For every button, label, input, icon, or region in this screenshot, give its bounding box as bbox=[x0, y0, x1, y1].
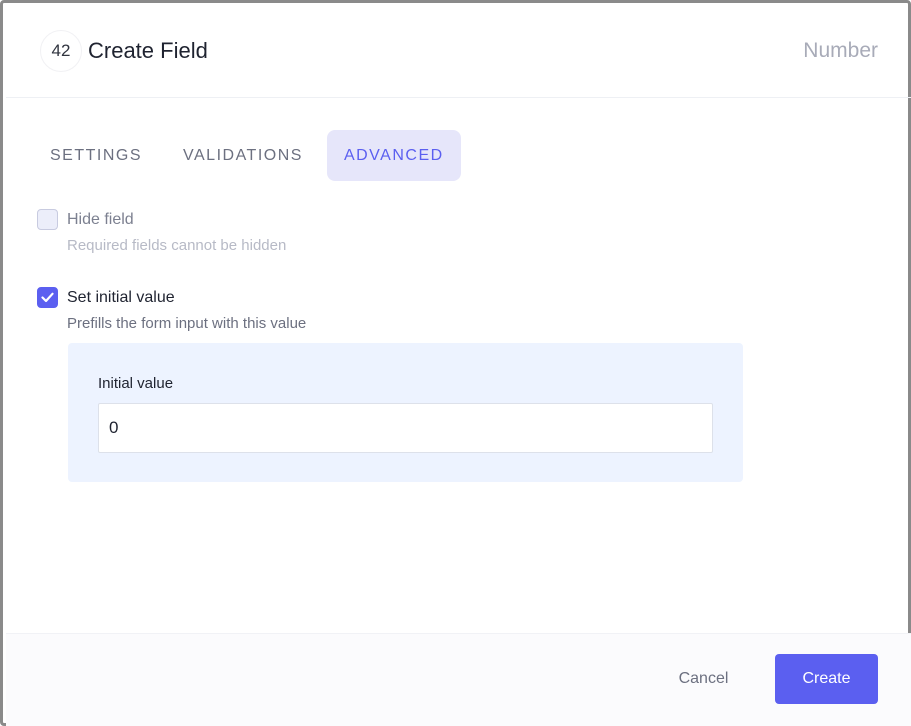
cancel-button[interactable]: Cancel bbox=[661, 654, 746, 704]
tab-validations[interactable]: VALIDATIONS bbox=[166, 130, 320, 181]
tab-settings[interactable]: SETTINGS bbox=[33, 130, 159, 181]
set-initial-value-label: Set initial value bbox=[67, 289, 175, 306]
initial-value-panel: Initial value bbox=[68, 343, 743, 482]
initial-value-label: Initial value bbox=[98, 375, 174, 392]
number-type-icon: 42 bbox=[40, 30, 82, 72]
hide-field-description: Required fields cannot be hidden bbox=[67, 237, 287, 254]
tab-bar: SETTINGS VALIDATIONS ADVANCED bbox=[33, 130, 461, 181]
set-initial-value-checkbox[interactable] bbox=[37, 287, 58, 308]
create-field-dialog: 42 Create Field Number SETTINGS VALIDATI… bbox=[0, 0, 911, 726]
set-initial-value-description: Prefills the form input with this value bbox=[67, 315, 307, 332]
tab-advanced[interactable]: ADVANCED bbox=[326, 130, 461, 181]
create-button[interactable]: Create bbox=[775, 654, 878, 704]
dialog-footer: Cancel Create bbox=[6, 633, 911, 726]
dialog-header: 42 Create Field Number bbox=[6, 6, 911, 98]
hide-field-checkbox[interactable] bbox=[37, 209, 58, 230]
field-type-label: Number bbox=[803, 39, 878, 62]
checkmark-icon bbox=[41, 292, 54, 303]
dialog-title: Create Field bbox=[88, 38, 208, 63]
initial-value-input[interactable] bbox=[98, 403, 713, 453]
hide-field-label: Hide field bbox=[67, 211, 134, 228]
